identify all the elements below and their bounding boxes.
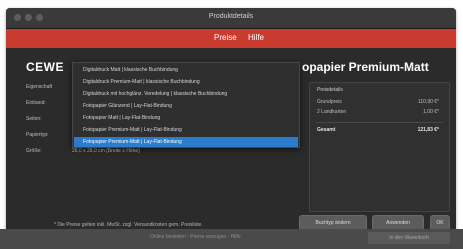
dropdown-option[interactable]: Fotopapier Glänzend | Lay-Flat-Bindung	[74, 101, 298, 111]
dropdown-option[interactable]: Digitaldruck Matt | klassische Buchbindu…	[74, 65, 298, 75]
label-eigenschaft: Eigenschaft	[26, 84, 53, 90]
dropdown-option[interactable]: Fotopapier Matt | Lay-Flat-Bindung	[74, 113, 298, 123]
main-content: CEWE Eigenschaft Einband: Seiten: Papier…	[6, 48, 456, 244]
price-footnote: * Die Preise gelten inkl. MwSt. zzgl. Ve…	[54, 222, 203, 228]
dropdown-option[interactable]: Digitaldruck Premium-Matt | klassische B…	[74, 77, 298, 87]
title-bar: Produktdetails	[6, 8, 456, 29]
price-total-label: Gesamt	[317, 127, 336, 133]
dropdown-option[interactable]: Digitaldruck mit hochglänz. Veredelung |…	[74, 89, 298, 99]
price-line-value: 110,90 €*	[417, 99, 439, 105]
dropdown-option[interactable]: Fotopapier Premium-Matt | Lay-Flat-Bindu…	[74, 125, 298, 135]
price-line-value: 1,00 €*	[423, 109, 439, 115]
menu-preise[interactable]: Preise	[214, 33, 237, 42]
price-line-label: 2 Landkarten	[317, 109, 347, 115]
label-groesse: Größe:	[26, 148, 42, 154]
menu-hilfe[interactable]: Hilfe	[248, 33, 264, 42]
add-to-cart-button[interactable]: In den Warenkorb	[368, 232, 450, 244]
dropdown-option-selected[interactable]: Fotopapier Premium-Matt | Lay-Flat-Bindu…	[74, 137, 298, 147]
price-line-label: Grundpreis	[317, 99, 342, 105]
background-toolbar: Online bestellen · Preise anzeigen · Hil…	[0, 229, 463, 249]
size-value: 28,0 x 28,0 cm (Breite x Höhe)	[72, 148, 140, 154]
price-total-value: 121,83 €*	[417, 127, 439, 133]
label-seiten: Seiten:	[26, 116, 42, 122]
window-title: Produktdetails	[208, 13, 254, 20]
price-divider	[316, 122, 443, 123]
paper-type-dropdown[interactable]: Digitaldruck Matt | klassische Buchbindu…	[72, 62, 300, 148]
label-papiertyp: Papiertyp:	[26, 132, 49, 138]
product-title: opapier Premium-Matt	[302, 60, 429, 74]
product-details-window: Produktdetails Preise Hilfe CEWE Eigensc…	[6, 8, 456, 244]
brand-logo-text: CEWE	[26, 60, 64, 74]
price-details-panel: Preisdetails Grundpreis 110,90 €* 2 Land…	[309, 82, 450, 212]
menu-bar: Preise Hilfe	[6, 29, 456, 48]
label-einband: Einband:	[26, 100, 46, 106]
background-toolbar-text: Online bestellen · Preise anzeigen · Hil…	[150, 234, 241, 240]
price-panel-header: Preisdetails	[317, 87, 343, 93]
